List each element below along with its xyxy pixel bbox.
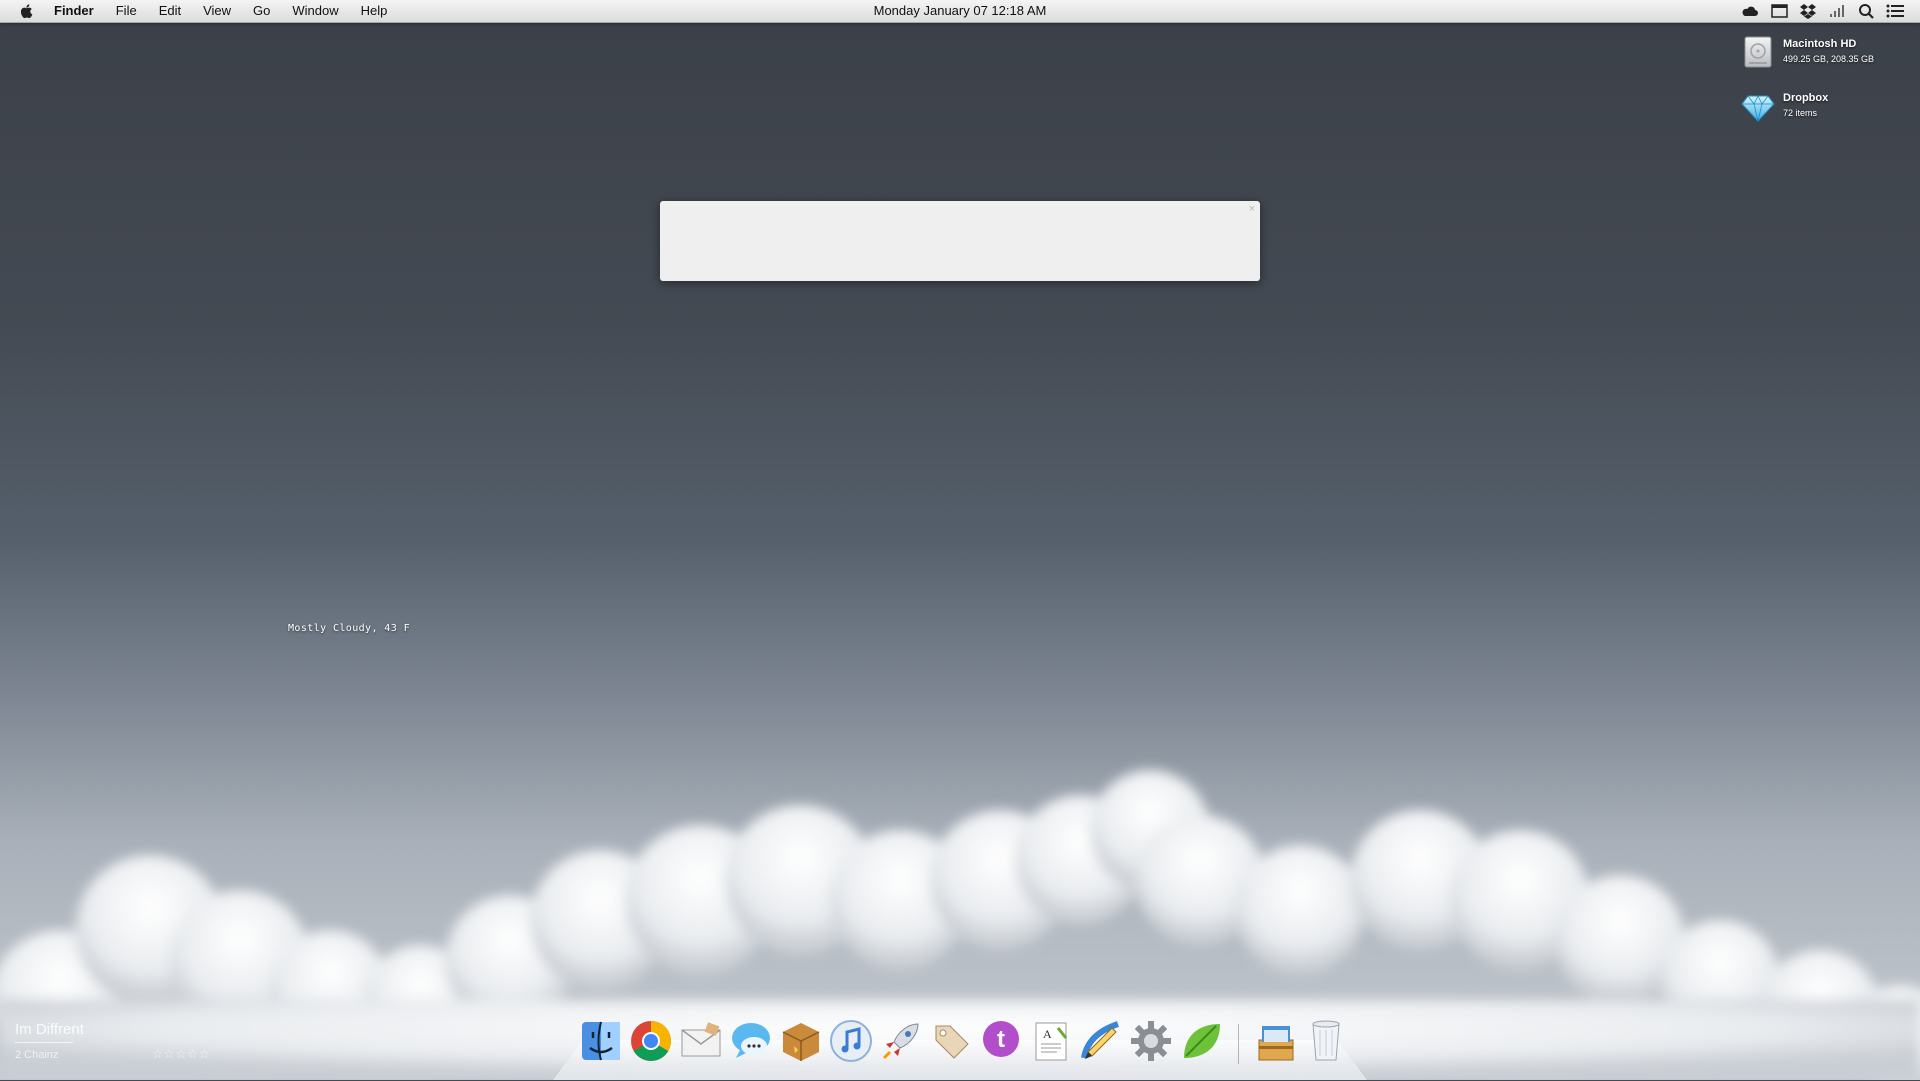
package-icon[interactable]	[778, 1018, 824, 1064]
now-playing-song: Im Diffrent	[15, 1021, 84, 1038]
downloads-stack-icon[interactable]	[1253, 1018, 1299, 1064]
svg-text:A: A	[1043, 1027, 1052, 1041]
mail-icon[interactable]	[678, 1018, 724, 1064]
window-icon[interactable]	[1770, 2, 1788, 20]
cloud-wallpaper	[0, 770, 1920, 1080]
finder-icon[interactable]	[578, 1018, 624, 1064]
desktop-item-macintosh-hd[interactable]: Macintosh HD 499.25 GB, 208.35 GB	[1740, 34, 1910, 74]
desktop-item-dropbox[interactable]: Dropbox 72 items	[1740, 88, 1910, 128]
drive-name: Macintosh HD	[1783, 38, 1857, 50]
status-area	[1730, 2, 1904, 20]
drive-name: Dropbox	[1783, 92, 1829, 104]
trash-icon[interactable]	[1303, 1018, 1349, 1064]
price-tag-icon[interactable]	[928, 1018, 974, 1064]
dock-separator	[1238, 1024, 1239, 1064]
messages-icon[interactable]	[728, 1018, 774, 1064]
signal-bars-icon[interactable]	[1828, 2, 1846, 20]
drive-info: 499.25 GB, 208.35 GB	[1783, 54, 1875, 64]
notification-panel: ×	[660, 201, 1260, 281]
panel-close-icon[interactable]: ×	[1249, 203, 1255, 215]
dock: t A	[578, 1018, 1353, 1070]
twitter-icon[interactable]: t	[978, 1018, 1024, 1064]
notification-center-icon[interactable]	[1886, 2, 1904, 20]
hard-drive-icon	[1744, 36, 1772, 68]
now-playing-rating[interactable]: ☆☆☆☆☆	[152, 1047, 211, 1061]
now-playing-artist: 2 Chainz	[15, 1049, 59, 1061]
menu-bar: Finder File Edit View Go Window Help Mon…	[0, 0, 1920, 23]
pencil-app-icon[interactable]	[1078, 1018, 1124, 1064]
menubar-clock[interactable]: Monday January 07 12:18 AM	[0, 3, 1920, 18]
dropbox-diamond-icon	[1741, 95, 1775, 122]
itunes-icon[interactable]	[828, 1018, 874, 1064]
svg-text:t: t	[997, 1026, 1005, 1053]
leaf-app-icon[interactable]	[1178, 1018, 1224, 1064]
weather-widget: Mostly Cloudy, 43 F	[288, 623, 410, 634]
dropbox-icon[interactable]	[1799, 2, 1817, 20]
drive-info: 72 items	[1783, 108, 1818, 118]
cloud-icon[interactable]	[1741, 2, 1759, 20]
now-playing-progress	[15, 1042, 73, 1043]
spotlight-icon[interactable]	[1857, 2, 1875, 20]
chrome-icon[interactable]	[628, 1018, 674, 1064]
system-preferences-icon[interactable]	[1128, 1018, 1174, 1064]
launchpad-rocket-icon[interactable]	[878, 1018, 924, 1064]
textedit-icon[interactable]: A	[1028, 1018, 1074, 1064]
